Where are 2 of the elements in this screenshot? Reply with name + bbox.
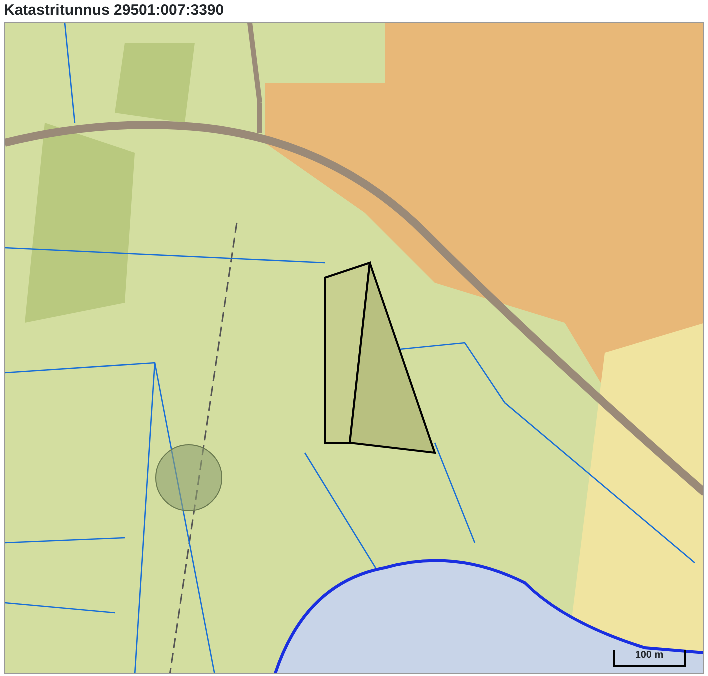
page-title: Katastritunnus 29501:007:3390 (3, 1, 226, 21)
scale-bar: 100 m (613, 650, 686, 667)
